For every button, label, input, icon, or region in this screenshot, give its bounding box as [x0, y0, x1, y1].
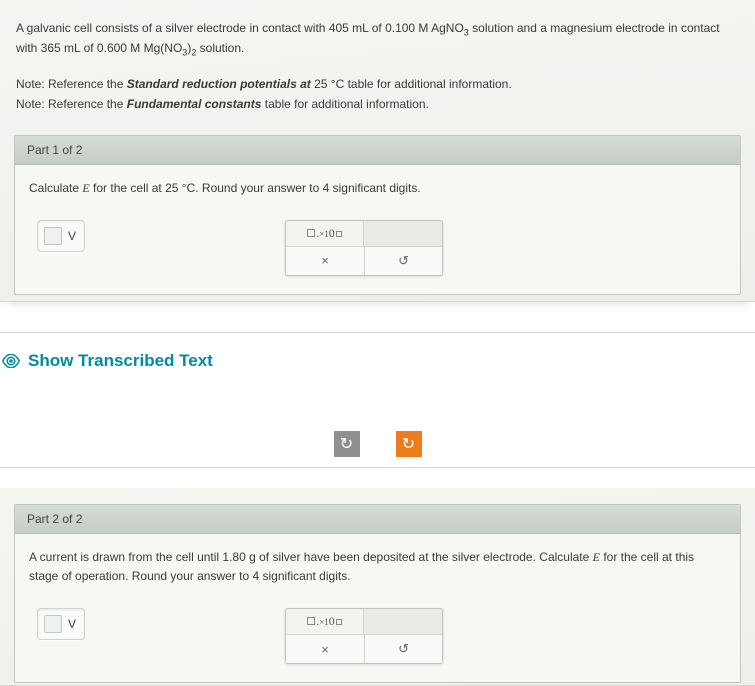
p1-prompt-var: E [82, 181, 89, 195]
show-transcribed-link[interactable]: Show Transcribed Text [0, 333, 755, 385]
answer-slot-2[interactable] [44, 615, 62, 633]
answer-slot-1[interactable] [44, 227, 62, 245]
p2-prompt-var: E [593, 550, 600, 564]
p2-prompt-a: A current is drawn from the cell until 1… [29, 550, 593, 564]
reset-button-2[interactable]: ↺ [364, 635, 442, 663]
center-buttons: ↻ ↻ [0, 385, 755, 468]
note1-a: Note: Reference the [16, 77, 127, 91]
tool-cluster-1: .×10 × ↺ [285, 220, 443, 276]
part-2-answer-row: V .×10 × ↺ [15, 590, 740, 664]
p1-prompt-b: for the cell at 25 °C. Round your answer… [90, 181, 421, 195]
tool-cluster-2: .×10 × ↺ [285, 608, 443, 664]
note-2: Note: Reference the Fundamental constant… [0, 93, 755, 121]
note1-b: Standard reduction potentials at [127, 77, 311, 91]
question-text: A galvanic cell consists of a silver ele… [0, 0, 755, 73]
part-2-prompt: A current is drawn from the cell until 1… [15, 534, 740, 590]
clear-button-1[interactable]: × [286, 247, 364, 275]
question-panel-2: Part 2 of 2 A current is drawn from the … [0, 488, 755, 686]
tool-blank-1 [364, 221, 442, 247]
unit-v-1: V [68, 229, 76, 243]
part-1-answer-row: V .×10 × ↺ [15, 202, 740, 276]
tool-blank-2 [364, 609, 442, 635]
part-1-prompt: Calculate E for the cell at 25 °C. Round… [15, 165, 740, 202]
clear-button-2[interactable]: × [286, 635, 364, 663]
part-2-box: Part 2 of 2 A current is drawn from the … [14, 504, 741, 683]
scinot-button-2[interactable]: .×10 [286, 609, 364, 635]
note2-b: Fundamental constants [127, 97, 262, 111]
note2-c: table for additional information. [261, 97, 428, 111]
note-1: Note: Reference the Standard reduction p… [0, 73, 755, 93]
rotate-left-button[interactable]: ↻ [334, 431, 360, 457]
p1-prompt-a: Calculate [29, 181, 82, 195]
compound-b-pre: Mg(NO [144, 41, 183, 55]
intro-c: solution. [196, 41, 244, 55]
show-transcribed-label: Show Transcribed Text [28, 351, 213, 371]
compound-a: AgNO [431, 21, 464, 35]
part-1-box: Part 1 of 2 Calculate E for the cell at … [14, 135, 741, 295]
question-panel-1: A galvanic cell consists of a silver ele… [0, 0, 755, 302]
note2-a: Note: Reference the [16, 97, 127, 111]
scinot-button-1[interactable]: .×10 [286, 221, 364, 247]
eye-icon [2, 354, 20, 368]
part-1-header: Part 1 of 2 [15, 136, 740, 165]
note1-c: 25 °C table for additional information. [311, 77, 512, 91]
answer-input-1[interactable]: V [37, 220, 85, 252]
answer-input-2[interactable]: V [37, 608, 85, 640]
reset-button-1[interactable]: ↺ [364, 247, 442, 275]
intro-a: A galvanic cell consists of a silver ele… [16, 21, 431, 35]
part-2-header: Part 2 of 2 [15, 505, 740, 534]
rotate-right-button[interactable]: ↻ [396, 431, 422, 457]
unit-v-2: V [68, 617, 76, 631]
